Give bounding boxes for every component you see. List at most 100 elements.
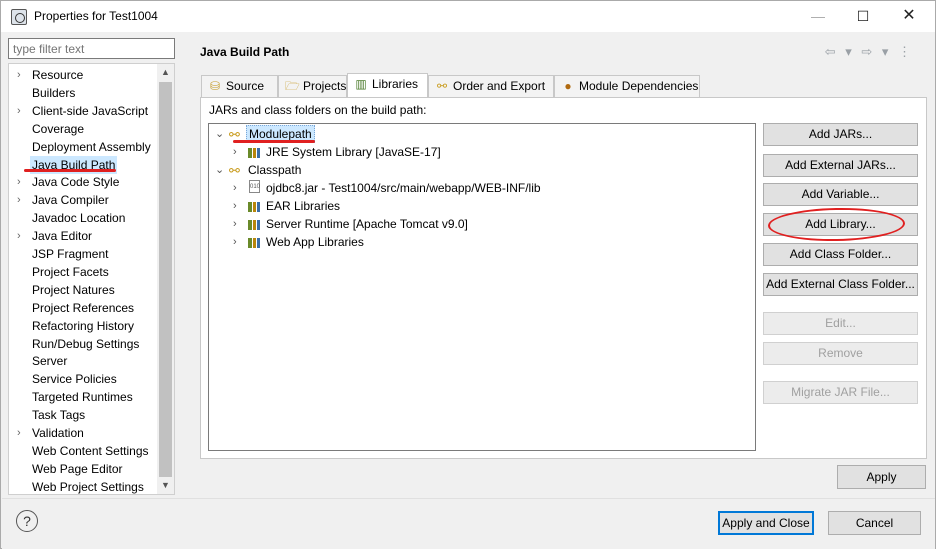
scroll-up-icon[interactable]: ▲ <box>157 64 174 81</box>
nav-item-java-compiler[interactable]: › Java Compiler <box>9 191 159 209</box>
expand-chevron-icon[interactable]: › <box>17 66 21 84</box>
expand-chevron-icon[interactable]: › <box>17 424 21 442</box>
tab-source[interactable]: ⛁ Source <box>201 75 278 97</box>
nav-item-project-references[interactable]: Project References <box>9 299 159 317</box>
add-external-jars-button[interactable]: Add External JARs... <box>763 154 918 177</box>
collapse-chevron-icon[interactable]: › <box>233 215 237 233</box>
tab-projects[interactable]: 🗁 Projects <box>278 75 347 97</box>
nav-item-client-side-javascript[interactable]: › Client-side JavaScript <box>9 102 159 120</box>
tab-module-dependencies[interactable]: ● Module Dependencies <box>554 75 700 97</box>
dialog-footer: ? Apply and Close Cancel <box>2 498 935 549</box>
property-page-tree: Web Project Settings Web Page Editor Web C… <box>8 63 175 495</box>
build-path-tree[interactable]: ⌄ ⚯ Modulepath › JRE System Library [Jav… <box>208 123 756 451</box>
nav-item-project-natures[interactable]: Project Natures <box>9 281 159 299</box>
collapse-chevron-icon[interactable]: › <box>233 179 237 197</box>
tree-node-ojdbc[interactable]: › 010 ojdbc8.jar - Test1004/src/main/web… <box>233 179 633 197</box>
tree-node-label: ojdbc8.jar - Test1004/src/main/webapp/WE… <box>266 181 541 195</box>
panel-header: Java Build Path ⇦ ▾ ⇨ ▾ ⋮ <box>190 38 926 66</box>
nav-item-targeted-runtimes[interactable]: Targeted Runtimes <box>9 388 159 406</box>
nav-item-project-facets[interactable]: Project Facets <box>9 263 159 281</box>
tree-scrollbar[interactable]: ▲ ▼ <box>157 64 174 494</box>
expand-chevron-icon[interactable]: › <box>17 173 21 191</box>
tab-label: Module Dependencies <box>579 79 699 93</box>
nav-item-javadoc-location[interactable]: Javadoc Location <box>9 209 159 227</box>
maximize-button[interactable]: ☐ <box>841 1 885 32</box>
nav-item-jsp-fragment[interactable]: JSP Fragment <box>9 245 159 263</box>
tree-node-label: Server Runtime [Apache Tomcat v9.0] <box>266 217 468 231</box>
expand-chevron-icon[interactable]: › <box>17 191 21 209</box>
nav-item-web-project-settings[interactable]: Web Project Settings <box>9 478 159 494</box>
expand-chevron-icon[interactable]: ⌄ <box>215 125 224 143</box>
app-icon <box>11 9 27 25</box>
tree-node-ear[interactable]: › EAR Libraries <box>233 197 533 215</box>
nav-item-label: Task Tags <box>32 408 86 423</box>
apply-and-close-button[interactable]: Apply and Close <box>718 511 814 535</box>
filter-input[interactable] <box>8 38 175 59</box>
migrate-jar-button[interactable]: Migrate JAR File... <box>763 381 918 404</box>
history-nav-icons[interactable]: ⇦ ▾ ⇨ ▾ ⋮ <box>825 44 914 60</box>
nav-item-label: Project Natures <box>32 282 115 297</box>
collapse-chevron-icon[interactable]: › <box>233 143 237 161</box>
add-class-folder-button[interactable]: Add Class Folder... <box>763 243 918 266</box>
scroll-down-icon[interactable]: ▼ <box>157 477 174 494</box>
nav-item-web-content-settings[interactable]: Web Content Settings <box>9 442 159 460</box>
cancel-button[interactable]: Cancel <box>828 511 921 535</box>
tree-node-web-app-libraries[interactable]: › Web App Libraries <box>233 233 533 251</box>
tab-libraries[interactable]: ▥ Libraries <box>347 73 428 97</box>
add-variable-button[interactable]: Add Variable... <box>763 183 918 206</box>
nav-item-label: Deployment Assembly <box>32 139 151 154</box>
add-jars-button[interactable]: Add JARs... <box>763 123 918 146</box>
help-icon[interactable]: ? <box>16 510 38 532</box>
nav-item-builders[interactable]: Builders <box>9 84 159 102</box>
build-path-caption: JARs and class folders on the build path… <box>209 103 427 117</box>
nav-item-deployment-assembly[interactable]: Deployment Assembly <box>9 138 159 156</box>
nav-item-web-page-editor[interactable]: Web Page Editor <box>9 460 159 478</box>
collapse-chevron-icon[interactable]: › <box>233 197 237 215</box>
nav-item-label: Run/Debug Settings <box>32 336 140 351</box>
page-title: Java Build Path <box>200 45 290 59</box>
collapse-chevron-icon[interactable]: › <box>233 233 237 251</box>
tree-node-label: JRE System Library [JavaSE-17] <box>266 145 441 159</box>
expand-chevron-icon[interactable]: ⌄ <box>215 161 224 179</box>
tree-node-classpath[interactable]: ⌄ ⚯ Classpath <box>215 161 415 179</box>
nav-item-coverage[interactable]: Coverage <box>9 120 159 138</box>
nav-item-service-policies[interactable]: Service Policies <box>9 370 159 388</box>
nav-item-label: Java Compiler <box>32 193 109 208</box>
apply-button[interactable]: Apply <box>837 465 926 489</box>
nav-item-label: Javadoc Location <box>32 211 126 226</box>
nav-item-label: Web Page Editor <box>32 461 123 476</box>
nav-item-resource[interactable]: › Resource <box>9 66 159 84</box>
expand-chevron-icon[interactable]: › <box>17 102 21 120</box>
source-folder-icon: ⛁ <box>209 79 221 93</box>
nav-item-server[interactable]: Server <box>9 352 159 370</box>
edit-button[interactable]: Edit... <box>763 312 918 335</box>
library-icon <box>247 216 263 232</box>
nav-item-label: JSP Fragment <box>32 247 109 261</box>
add-external-class-folder-button[interactable]: Add External Class Folder... <box>763 273 918 296</box>
tab-order-and-export[interactable]: ⚯ Order and Export <box>428 75 554 97</box>
nav-item-label: Targeted Runtimes <box>32 390 133 405</box>
properties-dialog: Properties for Test1004 — ☐ ✕ Web Projec… <box>0 0 936 549</box>
library-icon <box>247 198 263 214</box>
jar-file-icon: 010 <box>249 180 260 193</box>
nav-item-task-tags[interactable]: Task Tags <box>9 406 159 424</box>
classpath-icon: ⚯ <box>229 163 240 178</box>
annotation-underline-modulepath <box>233 140 315 143</box>
tree-node-server-runtime[interactable]: › Server Runtime [Apache Tomcat v9.0] <box>233 215 533 233</box>
minimize-button[interactable]: — <box>796 1 840 32</box>
nav-item-run-debug-settings[interactable]: Run/Debug Settings <box>9 335 159 353</box>
nav-item-label: Client-side JavaScript <box>32 103 149 118</box>
remove-button[interactable]: Remove <box>763 342 918 365</box>
module-dependencies-icon: ● <box>564 79 572 93</box>
expand-chevron-icon[interactable]: › <box>17 227 21 245</box>
nav-item-refactoring-history[interactable]: Refactoring History <box>9 317 159 335</box>
close-button[interactable]: ✕ <box>887 1 931 32</box>
nav-item-java-code-style[interactable]: › Java Code Style <box>9 173 159 191</box>
tree-node-jre[interactable]: › JRE System Library [JavaSE-17] <box>233 143 533 161</box>
scroll-thumb[interactable] <box>159 82 172 477</box>
nav-item-java-editor[interactable]: › Java Editor <box>9 227 159 245</box>
tab-label: Source <box>226 79 265 93</box>
nav-item-validation[interactable]: › Validation <box>9 424 159 442</box>
tree-node-label: EAR Libraries <box>266 199 341 213</box>
tab-label: Order and Export <box>453 79 546 93</box>
